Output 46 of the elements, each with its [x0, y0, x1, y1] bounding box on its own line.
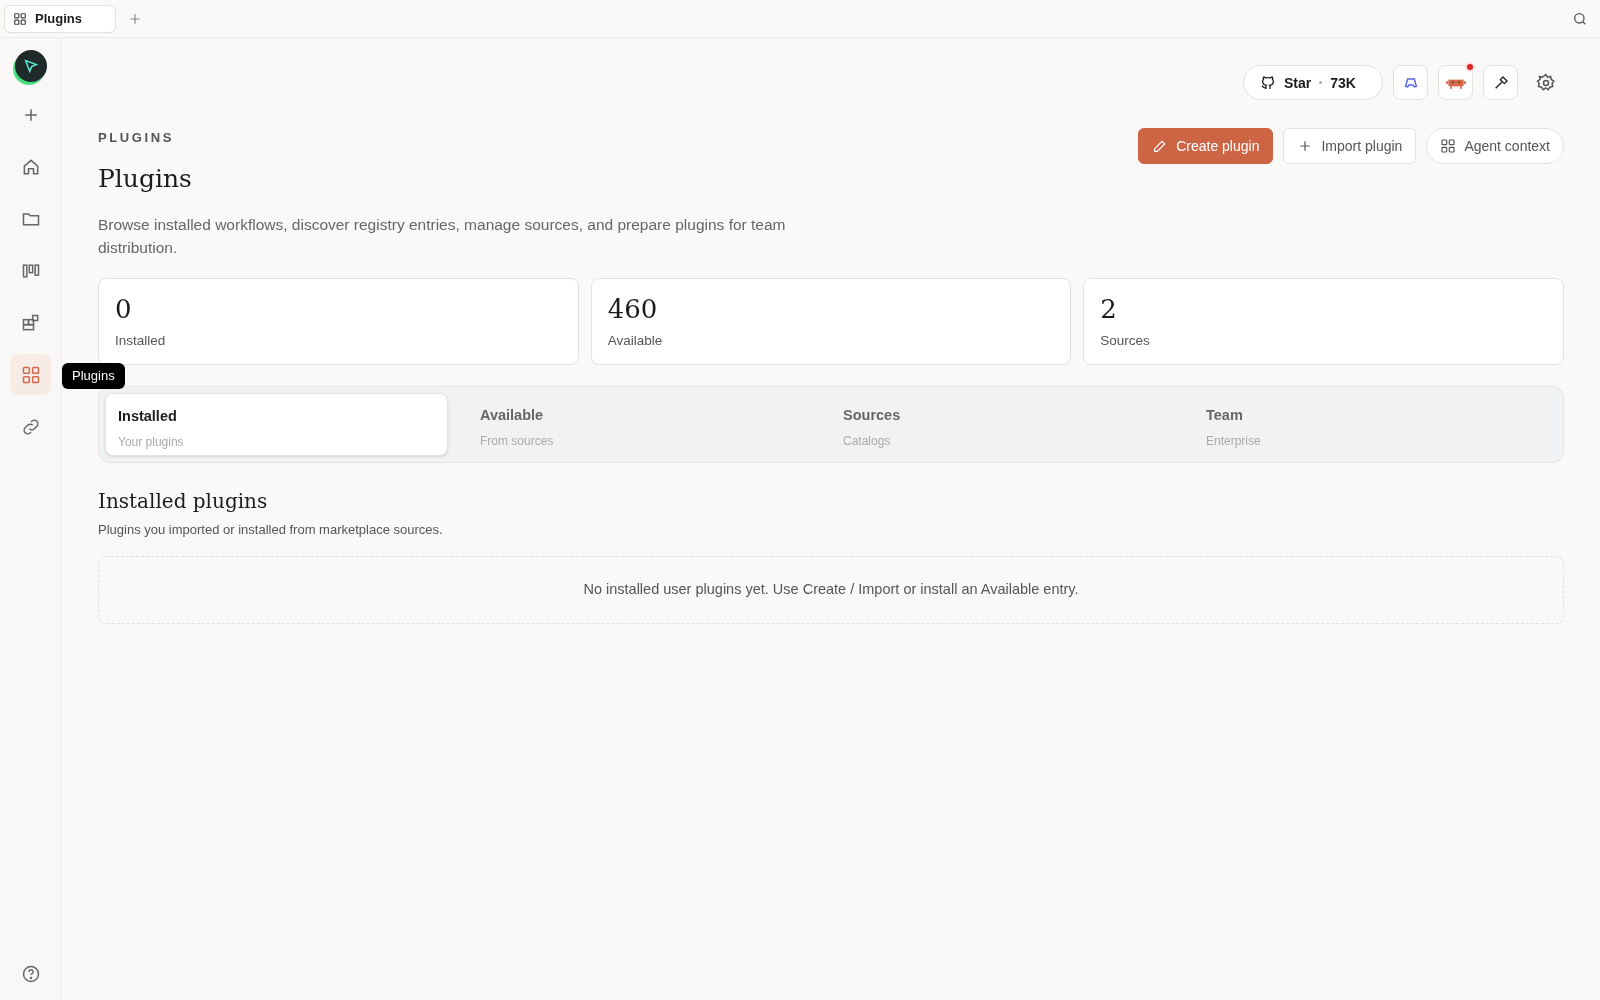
github-star-button[interactable]: Star 73K	[1243, 65, 1383, 100]
stat-value: 460	[607, 293, 659, 325]
search-icon[interactable]	[1572, 10, 1588, 27]
stat-label: Sources	[1100, 332, 1151, 350]
help-icon[interactable]	[20, 964, 41, 984]
tab[interactable]: Sources Catalogs	[831, 393, 1194, 456]
app-logo[interactable]	[14, 50, 47, 82]
import-button[interactable]: Import plugin	[1283, 128, 1417, 164]
link-icon	[20, 416, 41, 437]
section-subtitle: Plugins you imported or installed from marketplace sources.	[98, 521, 444, 539]
tooltip: Plugins	[62, 363, 125, 389]
settings-icon[interactable]	[1536, 72, 1556, 93]
sidebar-item[interactable]	[10, 354, 51, 395]
github-icon	[1260, 74, 1276, 91]
tools-button[interactable]	[1483, 65, 1518, 100]
page-description: Browse installed workflows, discover registry entries, manage sources, and prepare plugins for team distribution.	[98, 215, 787, 258]
grid-icon	[13, 11, 27, 26]
stat-value: 0	[115, 293, 133, 325]
grid-icon	[20, 364, 41, 385]
tab-label: Sources	[843, 406, 902, 425]
tab[interactable]: Installed Your plugins	[105, 393, 448, 456]
tab-label: Team	[1206, 406, 1244, 425]
tab-subtitle: Your plugins	[118, 433, 185, 451]
robot-button[interactable]	[1438, 65, 1473, 100]
page-title: Plugins	[98, 162, 193, 195]
create-button[interactable]: Create plugin	[1138, 128, 1274, 164]
tab-subtitle: From sources	[480, 432, 555, 450]
tab-subtitle: Catalogs	[843, 432, 892, 450]
page-eyebrow: PLUGINS	[98, 129, 175, 147]
tab-label: Available	[480, 406, 545, 425]
tab[interactable]: Team Enterprise	[1194, 393, 1557, 456]
stat-label: Installed	[115, 332, 167, 350]
stat-value: 2	[1100, 293, 1118, 325]
context-button[interactable]: Agent context	[1426, 128, 1564, 164]
chat-button[interactable]	[1393, 65, 1428, 100]
star-label: Star	[1284, 73, 1312, 93]
tab-label: Installed	[118, 407, 178, 426]
section-title: Installed plugins	[98, 488, 269, 515]
star-count: 73K	[1330, 73, 1356, 93]
tab-subtitle: Enterprise	[1206, 432, 1262, 450]
stat-label: Available	[607, 332, 664, 350]
grid-icon	[1440, 138, 1457, 154]
browser-tab[interactable]: Plugins	[4, 4, 116, 33]
tab[interactable]: Available From sources	[468, 393, 831, 456]
empty-state: No installed user plugins yet. Use Create / Import or install an Available entry.	[98, 555, 1564, 624]
blocks-icon	[20, 312, 41, 333]
